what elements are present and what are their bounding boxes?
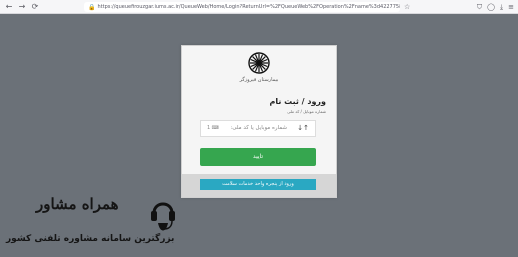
reload-icon[interactable]: ⟳: [30, 2, 40, 12]
watermark-tagline: بزرگترین سامانه مشاوره تلفنی کشور: [6, 234, 175, 244]
field-label: شماره موبایل / کد ملی: [287, 109, 326, 114]
watermark: همراه مشاور بزرگترین سامانه مشاوره تلفنی…: [6, 193, 186, 255]
forward-icon[interactable]: →: [17, 2, 27, 12]
back-icon[interactable]: ←: [4, 2, 14, 12]
download-icon[interactable]: ⤓: [500, 2, 503, 12]
input-placeholder: شماره موبایل یا کد ملی:: [230, 125, 287, 131]
mobile-or-id-input[interactable]: 1 ⌨ شماره موبایل یا کد ملی: ↓↑: [200, 120, 316, 137]
browser-tools: ⛉ ◯ ⤓ ≡: [477, 2, 514, 12]
hospital-logo-icon: [248, 52, 270, 74]
login-card: بیمارستان فیروزگر ورود / ثبت نام شماره م…: [181, 45, 337, 198]
page-title: ورود / ثبت نام: [269, 97, 326, 106]
address-bar[interactable]: 🔒 https://queuefirouzgar.iums.ac.ir/Queu…: [84, 2, 400, 12]
watermark-brand: همراه مشاور: [36, 195, 119, 213]
menu-icon[interactable]: ≡: [508, 2, 514, 12]
account-icon[interactable]: ◯: [487, 2, 495, 12]
health-portal-login-button[interactable]: ورود از پنجره واحد خدمات سلامت: [200, 179, 316, 190]
bookmark-star-icon[interactable]: ☆: [404, 2, 410, 12]
url-text[interactable]: https://queuefirouzgar.iums.ac.ir/QueueW…: [97, 4, 400, 10]
hospital-name: بیمارستان فیروزگر: [239, 77, 279, 83]
headset-logo-icon: [151, 202, 175, 231]
shield-icon[interactable]: ⛉: [477, 2, 482, 12]
lock-icon: 🔒: [88, 3, 96, 11]
browser-toolbar: ← → ⟳ 🔒 https://queuefirouzgar.iums.ac.i…: [0, 0, 518, 14]
sort-icon: ↓↑: [297, 124, 309, 132]
keyboard-hint: 1 ⌨: [207, 125, 219, 131]
submit-button[interactable]: تایید: [200, 148, 316, 166]
nav-buttons: ← → ⟳: [0, 2, 40, 12]
